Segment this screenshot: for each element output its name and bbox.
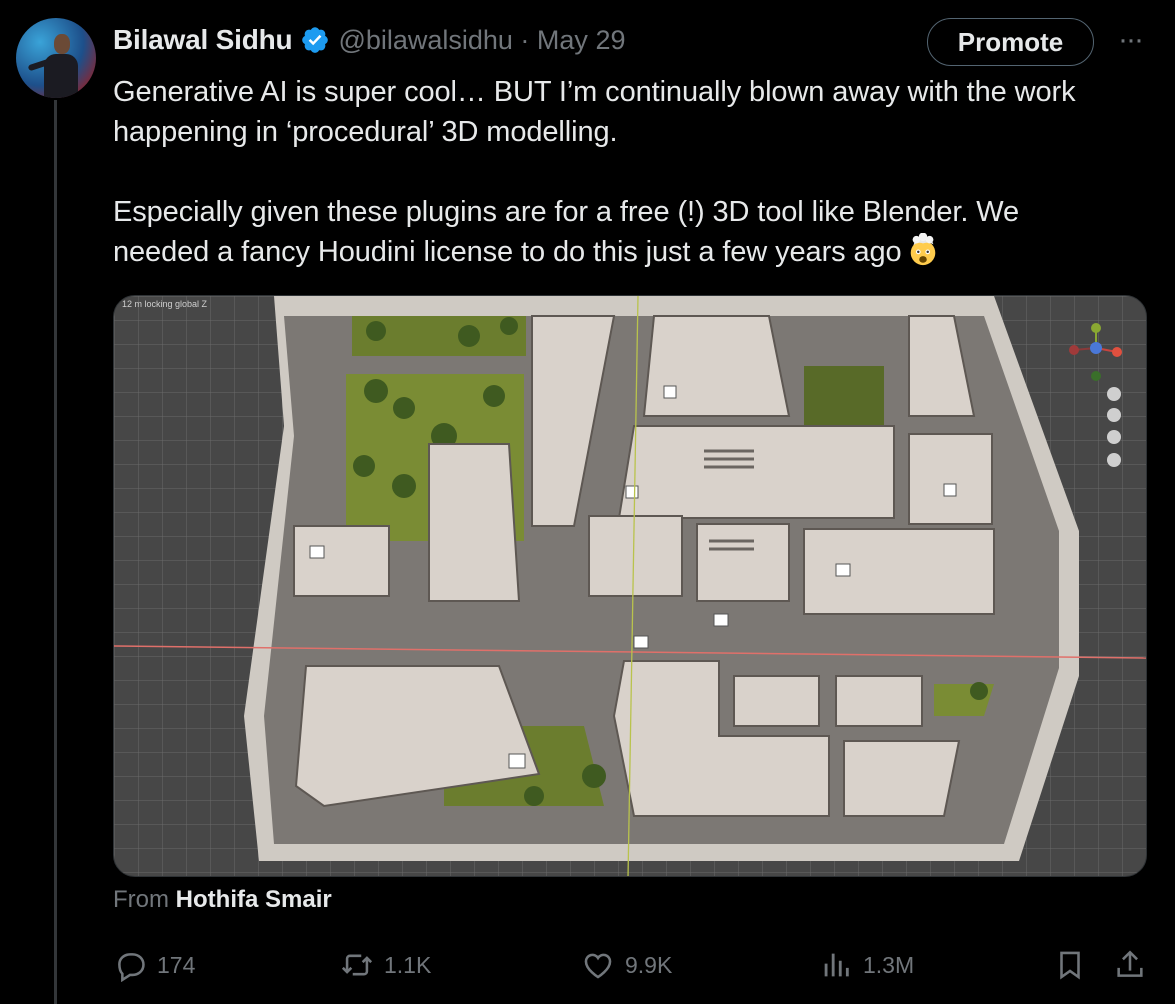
author-name[interactable]: Bilawal Sidhu [113, 24, 293, 56]
views-button[interactable]: 1.3M [819, 942, 914, 988]
author-handle-date[interactable]: @bilawalsidhu · May 29 [338, 25, 625, 56]
share-icon [1117, 950, 1143, 977]
views-chart-icon [824, 953, 849, 977]
repost-icon [341, 954, 373, 976]
views-count: 1.3M [863, 951, 915, 978]
avatar-head [54, 34, 70, 54]
media-video[interactable]: 12 m locking global Z [113, 295, 1147, 877]
reply-icon [118, 953, 145, 982]
zoom-icon[interactable] [1107, 387, 1121, 401]
like-button[interactable]: 9.9K [581, 942, 672, 988]
grid-view-icon[interactable] [1107, 453, 1121, 467]
like-count: 9.9K [625, 951, 673, 978]
bookmark-icon [1060, 951, 1080, 980]
reply-button[interactable]: 174 [113, 942, 195, 988]
tweet-actions: 174 1.1K 9.9K 1.3M [113, 942, 1153, 988]
share-button[interactable] [1113, 942, 1147, 988]
tweet-line-text: needed a fancy Houdini license to do thi… [113, 236, 902, 268]
tweet-text: Generative AI is super cool… BUT I’m con… [113, 72, 1153, 272]
city-render-image: 12 m locking global Z [114, 296, 1146, 876]
media-source: From Hothifa Smair [113, 886, 332, 914]
more-options-icon[interactable]: ··· [1112, 25, 1148, 58]
tweet-line: needed a fancy Houdini license to do thi… [113, 232, 1153, 272]
heart-icon [584, 953, 612, 979]
hand-pan-icon[interactable] [1107, 408, 1121, 422]
reply-count: 174 [157, 951, 196, 978]
tweet-header: Bilawal Sidhu @bilawalsidhu · May 29 [113, 22, 625, 58]
source-name[interactable]: Hothifa Smair [176, 886, 332, 913]
repost-count: 1.1K [384, 951, 432, 978]
tweet-line: Especially given these plugins are for a… [113, 196, 1020, 228]
source-prefix: From [113, 886, 169, 913]
exploding-head-emoji-icon [910, 233, 935, 266]
repost-button[interactable]: 1.1K [340, 942, 431, 988]
tweet-line: Generative AI is super cool… BUT I’m con… [113, 76, 1076, 108]
avatar[interactable] [16, 18, 96, 98]
verified-badge-icon [302, 27, 329, 53]
tweet-line: happening in ‘procedural’ 3D modelling. [113, 116, 618, 148]
avatar-body [44, 54, 78, 98]
promote-button[interactable]: Promote [927, 18, 1094, 66]
thread-line [54, 100, 57, 1004]
camera-icon[interactable] [1107, 430, 1121, 444]
bookmark-button[interactable] [1053, 942, 1087, 988]
viewport-label: 12 m locking global Z [122, 299, 208, 309]
